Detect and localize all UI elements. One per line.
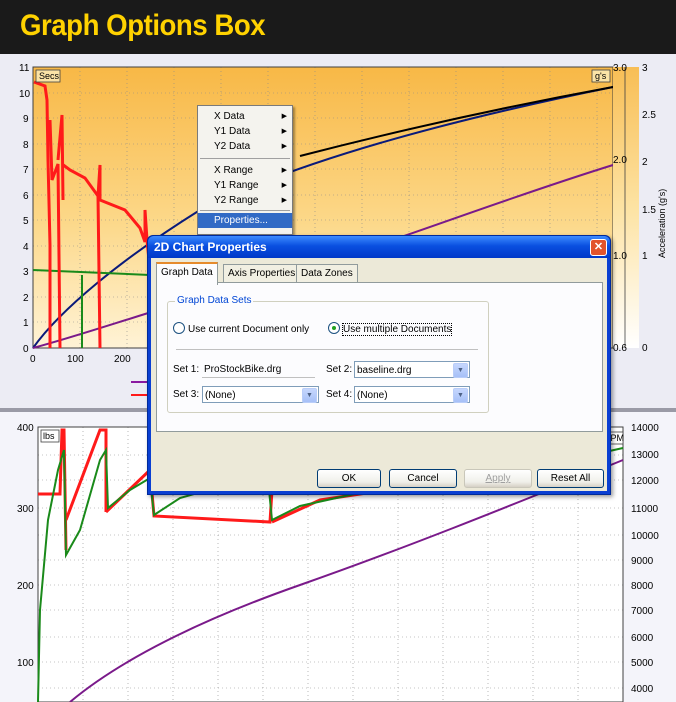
set3-label: Set 3: [173, 389, 200, 400]
svg-text:1: 1 [642, 251, 648, 262]
svg-text:10: 10 [19, 89, 31, 100]
submenu-arrow-icon: ▶ [281, 182, 287, 189]
top-left-unit: Secs [39, 71, 60, 81]
svg-text:1.0: 1.0 [613, 251, 627, 262]
svg-text:8: 8 [23, 140, 29, 151]
submenu-arrow-icon: ▶ [281, 167, 287, 174]
svg-text:400: 400 [17, 423, 34, 434]
submenu-arrow-icon: ▶ [281, 128, 287, 135]
menu-item-x-data[interactable]: X Data ▶ [198, 109, 292, 124]
svg-text:200: 200 [114, 354, 131, 365]
svg-text:9: 9 [23, 114, 29, 125]
svg-text:7: 7 [23, 165, 29, 176]
tab-axis-properties[interactable]: Axis Properties [223, 264, 301, 283]
svg-text:3.0: 3.0 [613, 63, 627, 74]
tab-graph-data[interactable]: Graph Data [156, 262, 218, 285]
menu-item-y1-range[interactable]: Y1 Range ▶ [198, 178, 292, 193]
svg-text:0: 0 [23, 344, 29, 355]
svg-text:0: 0 [30, 354, 36, 365]
submenu-arrow-icon: ▶ [281, 113, 287, 120]
menu-item-y2-range[interactable]: Y2 Range ▶ [198, 193, 292, 208]
svg-text:2: 2 [23, 293, 29, 304]
set4-dropdown[interactable]: (None) ▼ [354, 386, 470, 403]
ok-button[interactable]: OK [317, 469, 381, 488]
svg-text:12000: 12000 [631, 476, 659, 487]
set4-label: Set 4: [326, 389, 353, 400]
menu-separator [200, 210, 290, 211]
svg-text:8000: 8000 [631, 581, 654, 592]
cancel-button[interactable]: Cancel [389, 469, 457, 488]
right-axis-strip [613, 67, 625, 348]
svg-text:0: 0 [642, 343, 648, 354]
chevron-down-icon[interactable]: ▼ [453, 363, 468, 378]
svg-text:2: 2 [642, 157, 648, 168]
close-button[interactable]: ✕ [590, 239, 607, 256]
svg-text:11: 11 [19, 63, 30, 74]
svg-text:6000: 6000 [631, 633, 654, 644]
context-menu: X Data ▶ Y1 Data ▶ Y2 Data ▶ X Range ▶ Y1 Ra… [197, 105, 293, 235]
graph-data-sets-group: Graph Data Sets Use current Document onl… [167, 295, 489, 413]
tab-panel: Graph Data Sets Use current Document onl… [156, 282, 603, 432]
svg-text:7000: 7000 [631, 606, 654, 617]
chevron-down-icon[interactable]: ▼ [453, 388, 468, 403]
svg-text:4: 4 [23, 242, 29, 253]
svg-text:2.5: 2.5 [642, 110, 656, 121]
set1-field[interactable]: ProStockBike.drg [202, 361, 315, 378]
group-title: Graph Data Sets [175, 295, 254, 306]
tab-data-zones[interactable]: Data Zones [296, 264, 358, 283]
svg-text:1.5: 1.5 [642, 205, 656, 216]
title-banner: Graph Options Box [0, 0, 676, 54]
svg-text:2.0: 2.0 [613, 155, 627, 166]
submenu-arrow-icon: ▶ [281, 143, 287, 150]
menu-item-y2-data[interactable]: Y2 Data ▶ [198, 139, 292, 154]
set2-label: Set 2: [326, 364, 353, 375]
svg-text:1: 1 [23, 318, 29, 329]
menu-item-x-range[interactable]: X Range ▶ [198, 163, 292, 178]
svg-text:11000: 11000 [631, 504, 659, 515]
menu-item-y1-data[interactable]: Y1 Data ▶ [198, 124, 292, 139]
banner-title: Graph Options Box [20, 9, 266, 42]
svg-text:6: 6 [23, 191, 29, 202]
svg-text:10000: 10000 [631, 531, 659, 542]
menu-separator [200, 158, 290, 159]
menu-item-properties[interactable]: Properties... [198, 213, 292, 228]
svg-text:13000: 13000 [631, 450, 659, 461]
svg-text:14000: 14000 [631, 423, 659, 434]
apply-button[interactable]: Apply [464, 469, 532, 488]
top-right-unit: g's [595, 71, 607, 81]
svg-text:300: 300 [17, 504, 34, 515]
svg-text:3: 3 [642, 63, 648, 74]
reset-all-button[interactable]: Reset All [537, 469, 604, 488]
dialog-titlebar[interactable]: 2D Chart Properties ✕ [148, 236, 610, 258]
acceleration-axis-title: Acceleration (g's) [657, 189, 667, 258]
chevron-down-icon[interactable]: ▼ [302, 388, 317, 403]
chart-properties-dialog: 2D Chart Properties ✕ Graph Data Axis Pr… [147, 235, 611, 495]
dialog-title: 2D Chart Properties [154, 240, 267, 254]
radio-multiple-documents[interactable]: Use multiple Documents [328, 322, 453, 336]
svg-text:100: 100 [67, 354, 84, 365]
radio-on-icon [328, 322, 340, 334]
svg-text:0.6: 0.6 [613, 343, 627, 354]
group-divider [176, 349, 478, 350]
radio-current-document[interactable]: Use current Document only [173, 322, 309, 335]
bottom-left-unit: lbs [43, 431, 55, 441]
svg-text:100: 100 [17, 658, 34, 669]
set2-dropdown[interactable]: baseline.drg ▼ [354, 361, 470, 378]
svg-text:5: 5 [23, 216, 29, 227]
radio-off-icon [173, 322, 185, 334]
set3-dropdown[interactable]: (None) ▼ [202, 386, 319, 403]
svg-text:5000: 5000 [631, 658, 654, 669]
acceleration-colorbar [625, 67, 639, 348]
submenu-arrow-icon: ▶ [281, 197, 287, 204]
svg-text:200: 200 [17, 581, 34, 592]
svg-text:3: 3 [23, 267, 29, 278]
svg-text:9000: 9000 [631, 556, 654, 567]
svg-text:4000: 4000 [631, 684, 654, 695]
set1-label: Set 1: [173, 364, 200, 375]
dialog-body: Graph Data Axis Properties Data Zones Gr… [151, 258, 607, 491]
